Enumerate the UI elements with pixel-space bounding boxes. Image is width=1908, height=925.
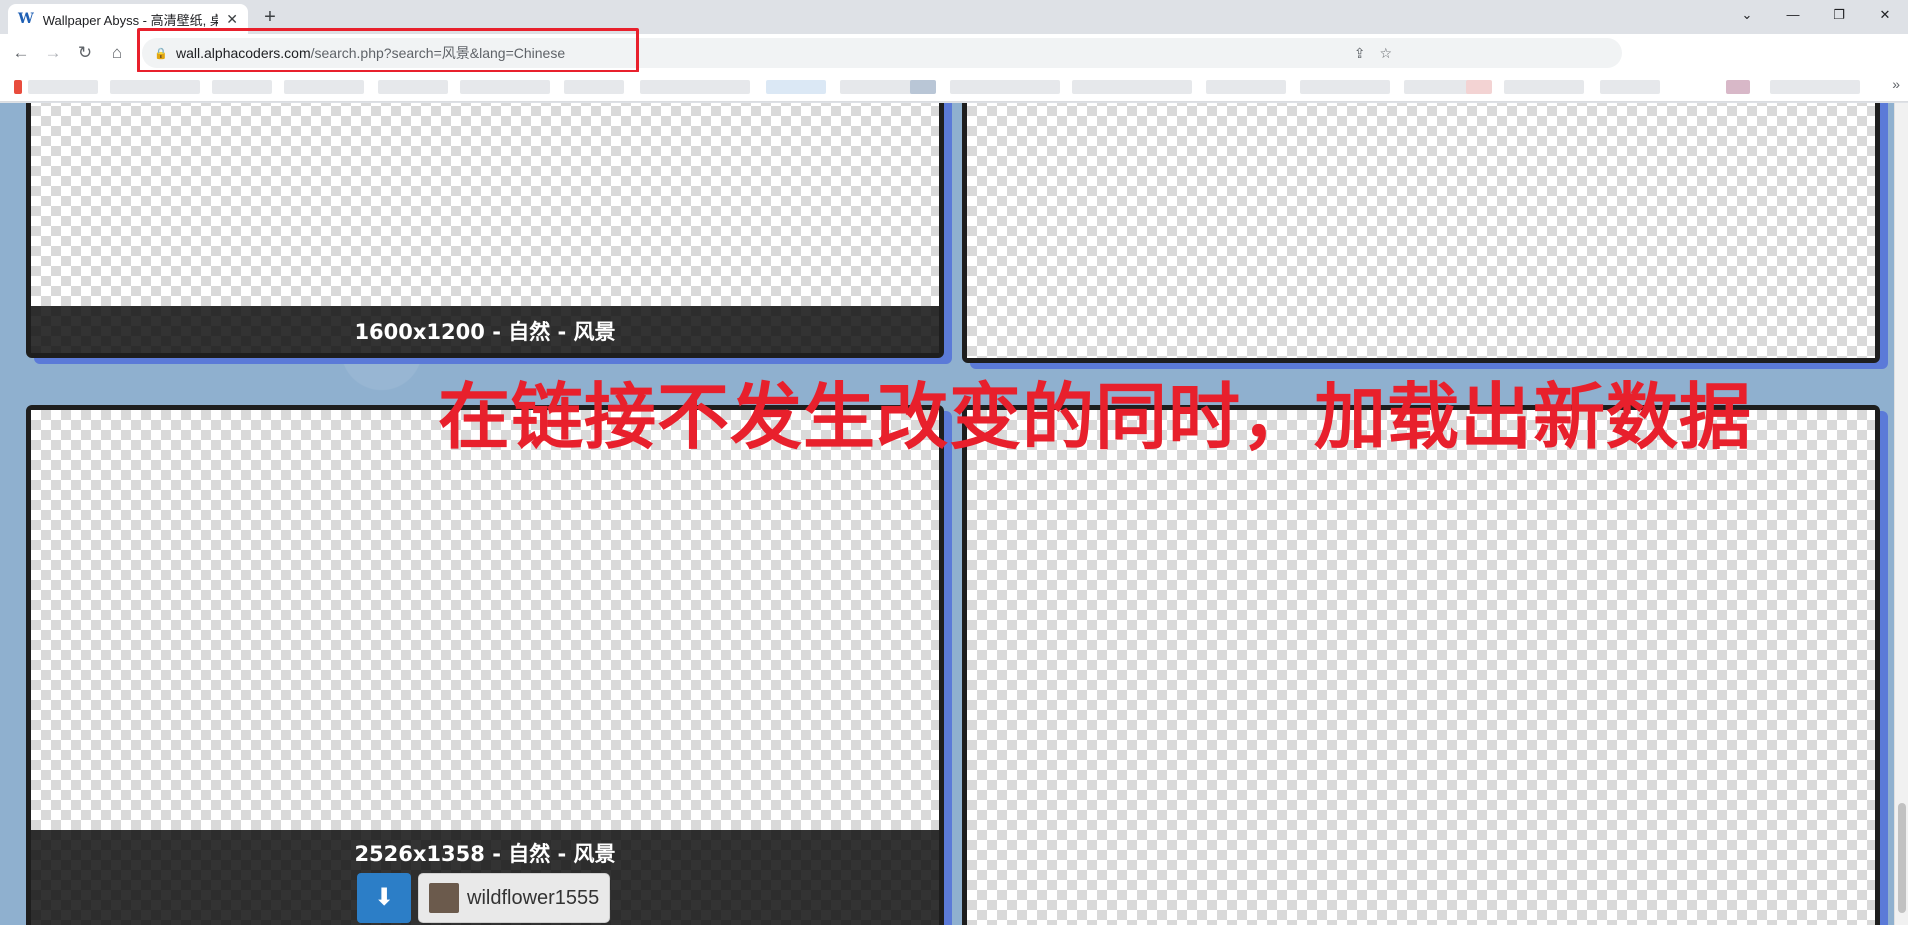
- wallpaper-info-bar: 2526x1358 - 自然 - 风景 ⬇ wildflower1555: [31, 830, 939, 925]
- tab-search-icon[interactable]: ⌄: [1724, 0, 1770, 30]
- close-window-icon[interactable]: ✕: [1862, 0, 1908, 30]
- bookmarks-overflow-icon[interactable]: »: [1892, 76, 1900, 92]
- url-path: /search.php?search=风景&lang=Chinese: [310, 45, 566, 61]
- bookmark-item[interactable]: [460, 80, 550, 94]
- wallpaper-thumbnail[interactable]: [967, 410, 1875, 925]
- bookmark-item[interactable]: [1300, 80, 1390, 94]
- apps-icon[interactable]: [14, 80, 22, 94]
- page-scrollbar[interactable]: [1894, 103, 1908, 925]
- omnibox-actions: ⇪ ☆: [1354, 38, 1392, 68]
- home-icon[interactable]: ⌂: [104, 40, 130, 66]
- reload-icon[interactable]: ↻: [72, 40, 98, 66]
- download-button[interactable]: ⬇: [357, 873, 411, 923]
- wallpaper-card: 2526x1358 - 自然 - 风景 ⬇ wildflower1555: [26, 405, 944, 925]
- bookmarks-bar: »: [0, 72, 1908, 102]
- wallpaper-card: [962, 103, 1880, 363]
- window-controls: ⌄ — ❐ ✕: [1724, 0, 1908, 30]
- bookmark-item[interactable]: [1072, 80, 1192, 94]
- tab-strip: W Wallpaper Abyss - 高清壁纸, 桌 ✕ + ⌄ — ❐ ✕: [0, 0, 1908, 34]
- bookmark-item[interactable]: [1726, 80, 1750, 94]
- bookmark-item[interactable]: [110, 80, 200, 94]
- wallpaper-info-bar: 1600x1200 - 自然 - 风景: [31, 306, 939, 353]
- page-content: 1600x1200 - 自然 - 风景 2526x1358 - 自然 - 风景 …: [0, 103, 1908, 925]
- forward-icon[interactable]: →: [40, 40, 66, 66]
- minimize-icon[interactable]: —: [1770, 0, 1816, 30]
- close-tab-icon[interactable]: ✕: [226, 11, 238, 28]
- tab-title: Wallpaper Abyss - 高清壁纸, 桌: [42, 12, 219, 28]
- bookmark-item[interactable]: [284, 80, 364, 94]
- bookmark-item[interactable]: [950, 80, 1060, 94]
- back-icon[interactable]: ←: [8, 40, 34, 66]
- bookmark-item[interactable]: [564, 80, 624, 94]
- uploader-button[interactable]: wildflower1555: [418, 873, 611, 923]
- bookmark-item[interactable]: [840, 80, 920, 94]
- wallpaper-abyss-favicon-icon: W: [18, 11, 34, 27]
- bookmark-item[interactable]: [1466, 80, 1492, 94]
- lock-icon[interactable]: 🔒: [154, 47, 168, 60]
- share-icon[interactable]: ⇪: [1354, 45, 1366, 62]
- url-host: wall.alphacoders.com: [176, 45, 311, 61]
- bookmark-item[interactable]: [1206, 80, 1286, 94]
- bookmark-item[interactable]: [1770, 80, 1860, 94]
- tab-wallpaper-abyss[interactable]: W Wallpaper Abyss - 高清壁纸, 桌 ✕: [8, 4, 248, 34]
- wallpaper-card: 1600x1200 - 自然 - 风景: [26, 103, 944, 358]
- bookmark-item[interactable]: [1404, 80, 1474, 94]
- browser-toolbar: ← → ↻ ⌂ 🔒 wall.alphacoders.com/search.ph…: [0, 34, 1908, 101]
- wallpaper-thumbnail[interactable]: [31, 410, 939, 830]
- wallpaper-thumbnail[interactable]: [967, 103, 1875, 358]
- bookmark-item[interactable]: [1504, 80, 1584, 94]
- bookmark-star-icon[interactable]: ☆: [1379, 45, 1392, 62]
- wallpaper-thumbnail[interactable]: [31, 103, 939, 306]
- url-text[interactable]: wall.alphacoders.com/search.php?search=风…: [176, 43, 565, 63]
- scrollbar-thumb[interactable]: [1898, 803, 1906, 913]
- uploader-name: wildflower1555: [467, 886, 600, 909]
- restore-icon[interactable]: ❐: [1816, 0, 1862, 30]
- bookmark-item[interactable]: [1600, 80, 1660, 94]
- download-icon: ⬇: [373, 884, 395, 911]
- bookmark-item[interactable]: [28, 80, 98, 94]
- bookmark-item[interactable]: [640, 80, 750, 94]
- new-tab-button[interactable]: +: [258, 6, 282, 30]
- uploader-avatar: [429, 883, 459, 913]
- wallpaper-info[interactable]: 1600x1200 - 自然 - 风景: [31, 316, 939, 346]
- wallpaper-card: [962, 405, 1880, 925]
- bookmark-item[interactable]: [910, 80, 936, 94]
- annotation-text: 在链接不发生改变的同时，加载出新数据: [438, 375, 1753, 459]
- wallpaper-info[interactable]: 2526x1358 - 自然 - 风景: [31, 838, 939, 868]
- bookmark-item[interactable]: [212, 80, 272, 94]
- bookmark-item[interactable]: [766, 80, 826, 94]
- address-bar[interactable]: 🔒 wall.alphacoders.com/search.php?search…: [142, 38, 1622, 68]
- bookmark-item[interactable]: [378, 80, 448, 94]
